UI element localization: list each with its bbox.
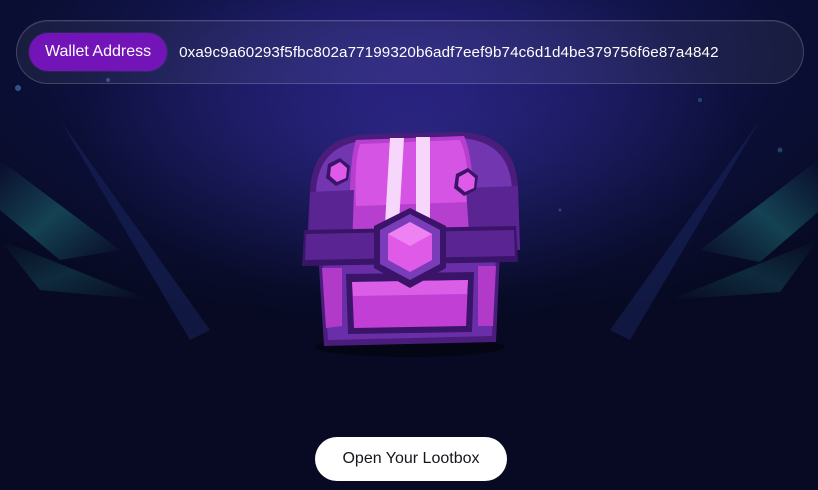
wallet-address-bar: Wallet Address 0xa9c9a60293f5fbc802a7719…	[16, 20, 804, 84]
wallet-address-label: Wallet Address	[29, 33, 168, 71]
treasure-chest-icon	[302, 132, 520, 357]
open-lootbox-button[interactable]: Open Your Lootbox	[315, 437, 507, 481]
wallet-address-value: 0xa9c9a60293f5fbc802a77199320b6adf7eef9b…	[179, 43, 719, 61]
